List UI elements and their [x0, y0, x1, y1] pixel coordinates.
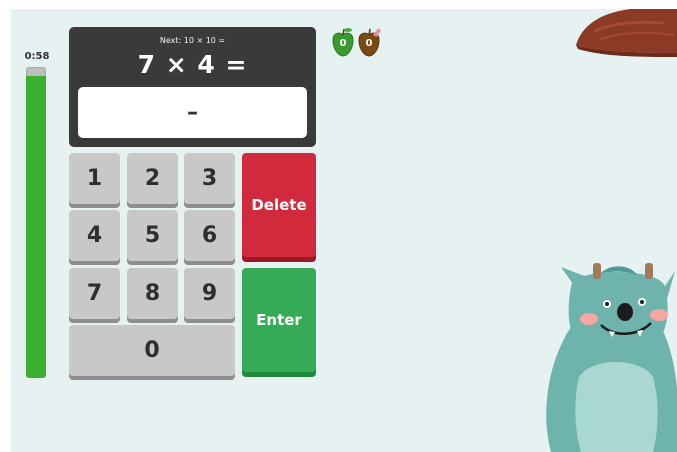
timer-bar-fill — [26, 76, 46, 378]
key-4-button[interactable]: 4 — [69, 210, 120, 261]
enter-button[interactable]: Enter — [242, 268, 316, 372]
key-5-button[interactable]: 5 — [127, 210, 178, 261]
key-3-button[interactable]: 3 — [184, 153, 235, 204]
key-2-button[interactable]: 2 — [127, 153, 178, 204]
current-question: 7 × 4 = — [137, 50, 248, 79]
key-7-button[interactable]: 7 — [69, 268, 120, 319]
key-8-button[interactable]: 8 — [127, 268, 178, 319]
green-apple-count: 0 — [339, 38, 347, 49]
next-question-label: Next: 10 × 10 = — [159, 36, 226, 45]
key-6-button[interactable]: 6 — [184, 210, 235, 261]
game-stage: 0:58 Next: 10 × 10 = 7 × 4 = – 1 2 3 4 5… — [11, 9, 677, 452]
delete-button[interactable]: Delete — [242, 153, 316, 257]
timer-label: 0:58 — [24, 51, 50, 62]
rotten-apple-count: 0 — [365, 38, 373, 49]
timer-bar — [26, 67, 46, 378]
score-apples: 0 0 — [329, 26, 385, 66]
question-display: Next: 10 × 10 = 7 × 4 = – — [69, 27, 316, 147]
key-0-button[interactable]: 0 — [69, 325, 235, 376]
mushroom-cap-decoration — [576, 9, 677, 57]
key-9-button[interactable]: 9 — [184, 268, 235, 319]
monster-character — [546, 263, 677, 452]
key-1-button[interactable]: 1 — [69, 153, 120, 204]
answer-field[interactable]: – — [78, 87, 307, 138]
